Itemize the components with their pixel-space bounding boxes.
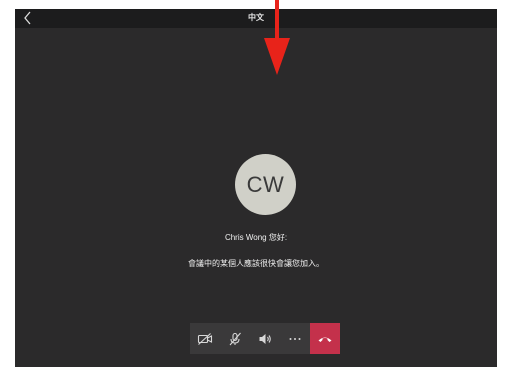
microphone-toggle-button[interactable] bbox=[220, 323, 250, 354]
more-icon bbox=[289, 337, 301, 340]
speaker-button[interactable] bbox=[250, 323, 280, 354]
avatar: CW bbox=[235, 154, 296, 215]
hang-up-button[interactable] bbox=[310, 323, 340, 354]
lobby-message: 會議中的某個人應該很快會讓您加入。 bbox=[188, 259, 324, 268]
greeting-text: Chris Wong 您好: bbox=[224, 233, 288, 242]
speaker-icon bbox=[259, 333, 271, 344]
meeting-lobby-screen: 中文 CW Chris Wong 您好: 會議中的某個人應該很快會讓您加入。 bbox=[15, 9, 497, 367]
more-options-button[interactable] bbox=[280, 323, 310, 354]
call-controls bbox=[190, 323, 340, 354]
page-title: 中文 bbox=[248, 13, 264, 22]
avatar-initials: CW bbox=[246, 171, 285, 197]
hang-up-icon bbox=[318, 337, 332, 342]
camera-off-icon bbox=[197, 332, 213, 345]
red-arrow-annotation bbox=[264, 0, 290, 75]
top-bar: 中文 bbox=[15, 9, 497, 28]
microphone-off-icon bbox=[229, 332, 241, 345]
camera-toggle-button[interactable] bbox=[190, 323, 220, 354]
